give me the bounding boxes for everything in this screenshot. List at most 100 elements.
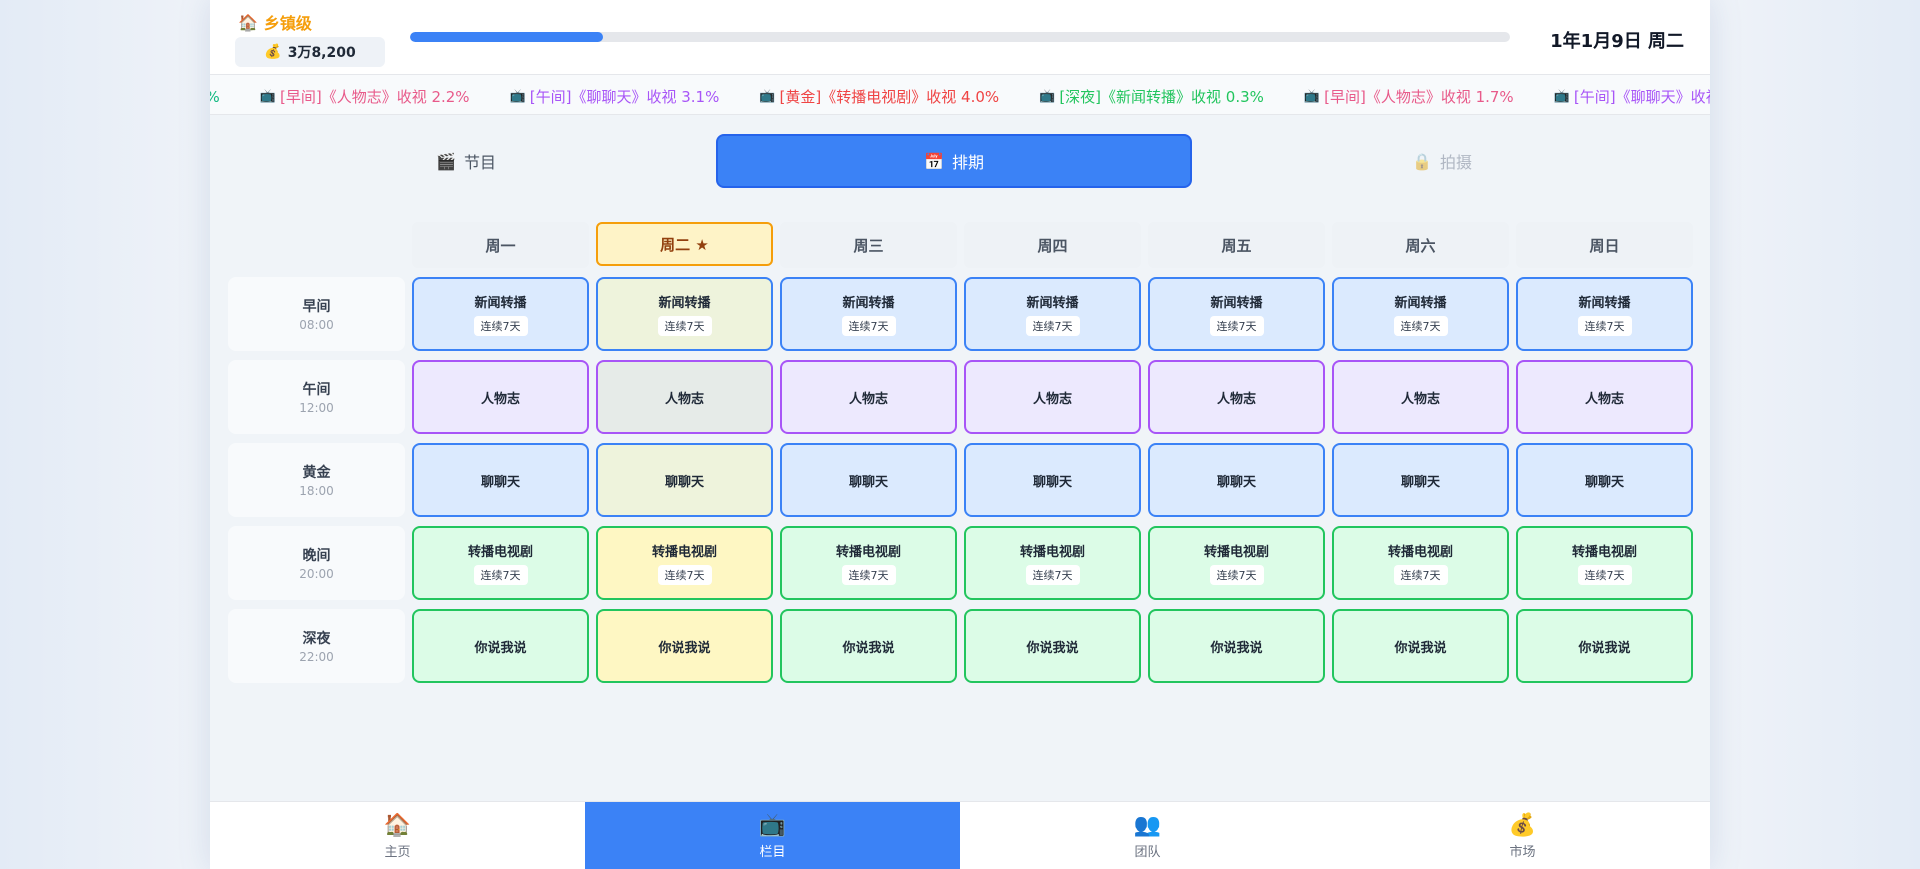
schedule-cell[interactable]: 新闻转播 连续7天	[1332, 277, 1509, 351]
program-name: 转播电视剧	[1203, 545, 1269, 560]
schedule-cell[interactable]: 人物志	[1148, 360, 1325, 434]
schedule-cell[interactable]: 新闻转播 连续7天	[1148, 277, 1325, 351]
schedule-cell[interactable]: 转播电视剧 连续7天	[596, 526, 773, 600]
day-header: 周五	[1148, 222, 1325, 268]
ticker-text: [早间]《人物志》收视 1.7%	[1324, 88, 1514, 106]
tab-schedule[interactable]: 📅 排期	[715, 134, 1192, 188]
nav-label: 市场	[1509, 844, 1536, 860]
program-name: 你说我说	[1394, 640, 1447, 656]
people-icon: 👥	[1133, 812, 1162, 838]
schedule-cell[interactable]: 你说我说	[964, 609, 1141, 683]
nav-item-home[interactable]: 🏠 主页	[210, 802, 585, 869]
schedule-cell[interactable]: 你说我说	[1148, 609, 1325, 683]
program-name: 新闻转播	[1578, 296, 1631, 311]
program-name: 新闻转播	[1026, 296, 1079, 311]
nav-item-team[interactable]: 👥 团队	[960, 802, 1335, 869]
program-name: 聊聊天	[848, 474, 888, 490]
program-name: 人物志	[1032, 391, 1072, 407]
progress-fill	[410, 32, 603, 42]
schedule-cell[interactable]: 转播电视剧 连续7天	[1148, 526, 1325, 600]
program-name: 转播电视剧	[1019, 545, 1085, 560]
schedule-cell[interactable]: 你说我说	[1516, 609, 1693, 683]
schedule-cell[interactable]: 聊聊天	[964, 443, 1141, 517]
program-name: 人物志	[1584, 391, 1624, 407]
schedule-cell[interactable]: 你说我说	[596, 609, 773, 683]
program-name: 新闻转播	[474, 296, 527, 311]
tab-programs[interactable]: 🎬 节目	[228, 134, 704, 188]
slot-name: 深夜	[302, 631, 331, 647]
program-name: 人物志	[664, 391, 704, 407]
ticker-text: [深夜]《新闻转播》收视 0.3%	[1059, 88, 1264, 106]
nav-label: 主页	[384, 844, 411, 860]
schedule-cell[interactable]: 新闻转播 连续7天	[596, 277, 773, 351]
nav-label: 团队	[1134, 844, 1161, 860]
program-name: 聊聊天	[1216, 474, 1256, 490]
schedule-cell[interactable]: 聊聊天	[780, 443, 957, 517]
ticker-item: 📺 [黄金]《转播电视剧》收视 4.0%	[759, 86, 999, 107]
streak-badge: 连续7天	[841, 565, 896, 585]
lock-icon: 🔒	[1412, 151, 1432, 171]
schedule-cell[interactable]: 人物志	[964, 360, 1141, 434]
schedule-cell[interactable]: 你说我说	[412, 609, 589, 683]
streak-badge: 连续7天	[473, 565, 528, 585]
program-name: 新闻转播	[658, 296, 711, 311]
slot-time: 18:00	[299, 484, 334, 498]
schedule-row: 午间 12:00 人物志 人物志 人物志 人物志 人物志 人物志 人物志	[228, 360, 1700, 434]
schedule-cell[interactable]: 人物志	[412, 360, 589, 434]
schedule-row: 深夜 22:00 你说我说 你说我说 你说我说 你说我说 你说我说 你说我说 你说我说	[228, 609, 1700, 683]
slot-time: 22:00	[299, 650, 334, 664]
schedule-cell[interactable]: 人物志	[1516, 360, 1693, 434]
ticker-track: 5%📺[早间]《人物志》收视 2.2%📺[午间]《聊聊天》收视 3.1%📺[黄金…	[210, 86, 1710, 107]
house-icon: 🏠	[238, 12, 258, 32]
ticker-text: [黄金]《转播电视剧》收视 4.0%	[779, 88, 1000, 106]
money-bag-icon: 💰	[264, 44, 282, 60]
schedule-cell[interactable]: 转播电视剧 连续7天	[964, 526, 1141, 600]
program-name: 转播电视剧	[467, 545, 533, 560]
schedule-cell[interactable]: 聊聊天	[1332, 443, 1509, 517]
schedule-cell[interactable]: 新闻转播 连续7天	[1516, 277, 1693, 351]
ticker-item: 📺 [早间]《人物志》收视 1.7%	[1304, 86, 1514, 107]
program-name: 聊聊天	[480, 474, 520, 490]
program-name: 聊聊天	[664, 474, 704, 490]
day-header: 周一	[412, 222, 589, 268]
schedule-cell[interactable]: 聊聊天	[1516, 443, 1693, 517]
time-slot-label: 晚间 20:00	[228, 526, 405, 600]
slot-name: 午间	[302, 382, 331, 398]
schedule-cell[interactable]: 转播电视剧 连续7天	[1516, 526, 1693, 600]
time-slot-label: 午间 12:00	[228, 360, 405, 434]
ticker-item: 📺 [深夜]《新闻转播》收视 0.3%	[1039, 86, 1264, 107]
schedule-cell[interactable]: 你说我说	[780, 609, 957, 683]
schedule-cell[interactable]: 新闻转播连续7天	[964, 277, 1141, 351]
time-slot-label: 深夜 22:00	[228, 609, 405, 683]
schedule-cell[interactable]: 聊聊天	[596, 443, 773, 517]
slot-name: 黄金	[302, 465, 331, 481]
schedule-cell[interactable]: 转播电视剧连续7天	[780, 526, 957, 600]
tv-icon: 📺	[1303, 89, 1321, 104]
program-name: 人物志	[1400, 391, 1440, 407]
nav-item-market[interactable]: 💰 市场	[1335, 802, 1710, 869]
time-progress-bar	[410, 32, 1510, 42]
program-name: 你说我说	[1210, 640, 1263, 656]
streak-badge: 连续7天	[1025, 316, 1080, 336]
program-name: 转播电视剧	[835, 545, 901, 560]
schedule-cell[interactable]: 转播电视剧连续7天	[412, 526, 589, 600]
schedule-cell[interactable]: 新闻转播 连续7天	[412, 277, 589, 351]
program-name: 你说我说	[1578, 640, 1631, 656]
tab-shooting: 🔒 拍摄	[1204, 134, 1680, 188]
clapper-icon: 🎬	[436, 151, 456, 171]
schedule-cell[interactable]: 人物志	[596, 360, 773, 434]
time-slot-label: 黄金 18:00	[228, 443, 405, 517]
ticker-item: 📺 [早间]《人物志》收视 2.2%	[260, 86, 470, 107]
schedule-cell[interactable]: 人物志	[780, 360, 957, 434]
nav-item-programs[interactable]: 📺 栏目	[585, 802, 960, 869]
schedule-cell[interactable]: 你说我说	[1332, 609, 1509, 683]
program-name: 转播电视剧	[651, 545, 717, 560]
schedule-cell[interactable]: 人物志	[1332, 360, 1509, 434]
tv-icon: 📺	[509, 89, 526, 104]
ticker-text: [早间]《人物志》收视 2.2%	[279, 88, 470, 106]
tv-icon: 📺	[259, 89, 276, 104]
schedule-cell[interactable]: 聊聊天	[412, 443, 589, 517]
schedule-cell[interactable]: 转播电视剧 连续7天	[1332, 526, 1509, 600]
schedule-cell[interactable]: 新闻转播 连续7天	[780, 277, 957, 351]
schedule-cell[interactable]: 聊聊天	[1148, 443, 1325, 517]
